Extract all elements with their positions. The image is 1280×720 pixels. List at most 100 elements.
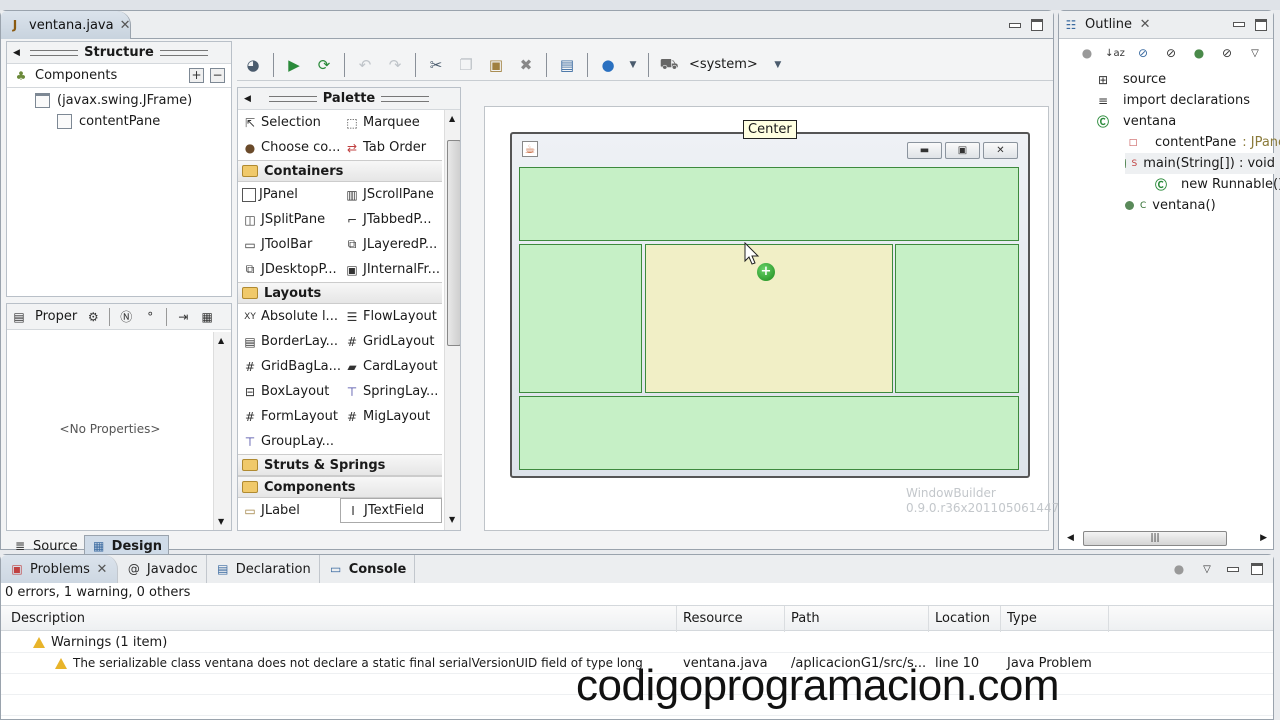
palette-item-gridlayout[interactable]: # GridLayout bbox=[340, 329, 442, 354]
border-region-north[interactable] bbox=[519, 167, 1019, 241]
palette-item-jsplitpane[interactable]: ◫ JSplitPane bbox=[238, 207, 340, 232]
focus-icon[interactable]: ● bbox=[1079, 45, 1095, 61]
scrollbar-thumb[interactable]: ||| bbox=[1083, 531, 1227, 546]
tab-order-icon[interactable]: ▤ bbox=[557, 55, 577, 75]
jframe-preview[interactable]: ☕ ▬ ▣ ✕ bbox=[510, 132, 1030, 478]
outline-item-constructor[interactable]: Cventana() bbox=[1125, 195, 1216, 216]
palette-category-components[interactable]: Components bbox=[238, 476, 442, 498]
palette-item-cardlayout[interactable]: ▰ CardLayout bbox=[340, 354, 442, 379]
scroll-up-icon[interactable]: ▲ bbox=[218, 336, 224, 345]
column-header-path[interactable]: Path bbox=[785, 606, 929, 632]
palette-category-struts-springs[interactable]: Struts & Springs bbox=[238, 454, 442, 476]
palette-item-jpanel[interactable]: JPanel bbox=[238, 182, 340, 207]
palette-item-boxlayout[interactable]: ⊟ BoxLayout bbox=[238, 379, 340, 404]
close-icon[interactable]: ✕ bbox=[120, 18, 131, 33]
cut-icon[interactable]: ✂ bbox=[426, 55, 446, 75]
close-icon[interactable]: ✕ bbox=[95, 562, 109, 577]
close-icon[interactable]: ✕ bbox=[1138, 17, 1152, 32]
sort-az-icon[interactable]: ↓az bbox=[1105, 45, 1125, 61]
properties-menu-icon[interactable]: ▦ bbox=[199, 309, 215, 325]
outline-item-ventana-class[interactable]: Ⓒventana bbox=[1095, 111, 1176, 132]
undo-icon[interactable]: ↶ bbox=[355, 55, 375, 75]
column-header-location[interactable]: Location bbox=[929, 606, 1001, 632]
hide-local-types-icon[interactable]: ⊘ bbox=[1219, 45, 1235, 61]
palette-selection[interactable]: ⇱ Selection bbox=[238, 110, 340, 135]
maximize-icon[interactable] bbox=[1031, 19, 1043, 31]
border-region-west[interactable] bbox=[519, 244, 642, 393]
palette-item-borderlayout[interactable]: ▤ BorderLay... bbox=[238, 329, 340, 354]
column-header-resource[interactable]: Resource bbox=[677, 606, 785, 632]
jframe-close-button[interactable]: ✕ bbox=[983, 142, 1018, 159]
goto-definition-icon[interactable]: ⇥ bbox=[175, 309, 191, 325]
palette-item-springlayout[interactable]: ⊤ SpringLay... bbox=[340, 379, 442, 404]
properties-scrollbar[interactable]: ▲ ▼ bbox=[213, 332, 231, 530]
redo-icon[interactable]: ↷ bbox=[385, 55, 405, 75]
tab-declaration[interactable]: ▤ Declaration bbox=[207, 555, 320, 583]
paste-icon[interactable]: ▣ bbox=[486, 55, 506, 75]
collapse-left-icon[interactable]: ◀ bbox=[244, 94, 251, 104]
scroll-left-icon[interactable]: ◀ bbox=[1067, 533, 1074, 543]
scroll-right-icon[interactable]: ▶ bbox=[1260, 533, 1267, 543]
maximize-icon[interactable] bbox=[1255, 18, 1267, 31]
show-advanced-icon[interactable]: ° bbox=[142, 309, 158, 325]
palette-item-jtabbedpane[interactable]: ⌐ JTabbedP... bbox=[340, 207, 442, 232]
border-region-east[interactable] bbox=[895, 244, 1019, 393]
palette-item-jlayeredpane[interactable]: ⧉ JLayeredP... bbox=[340, 232, 442, 257]
maximize-icon[interactable] bbox=[1251, 563, 1263, 575]
globe-icon[interactable]: ● bbox=[598, 55, 618, 75]
palette-category-layouts[interactable]: Layouts bbox=[238, 282, 442, 304]
add-to-palette-icon[interactable]: ▶ bbox=[284, 55, 304, 75]
scrollbar-thumb[interactable] bbox=[447, 140, 460, 346]
minimize-icon[interactable] bbox=[1227, 566, 1239, 572]
palette-item-jtextfield[interactable]: I JTextField bbox=[340, 498, 442, 523]
column-header-description[interactable]: Description bbox=[5, 606, 677, 632]
palette-item-absolute-layout[interactable]: XY Absolute l... bbox=[238, 304, 340, 329]
column-header-type[interactable]: Type bbox=[1001, 606, 1109, 632]
show-events-icon[interactable]: ⚙ bbox=[85, 309, 101, 325]
scroll-up-icon[interactable]: ▲ bbox=[449, 114, 455, 123]
palette-item-miglayout[interactable]: # MigLayout bbox=[340, 404, 442, 429]
outline-tab[interactable]: ☷ Outline ✕ bbox=[1059, 11, 1273, 39]
palette-item-flowlayout[interactable]: ☰ FlowLayout bbox=[340, 304, 442, 329]
outline-item-runnable[interactable]: Ⓒnew Runnable() bbox=[1153, 174, 1280, 195]
minimize-icon[interactable] bbox=[1009, 22, 1021, 28]
problems-group-row[interactable]: Warnings (1 item) bbox=[1, 632, 1273, 653]
palette-item-gridbaglayout[interactable]: # GridBagLa... bbox=[238, 354, 340, 379]
tab-javadoc[interactable]: @ Javadoc bbox=[118, 555, 207, 583]
look-and-feel-selector[interactable]: <system> bbox=[689, 57, 758, 72]
view-menu-icon[interactable]: ▽ bbox=[1199, 561, 1215, 577]
tree-item-jframe[interactable]: (javax.swing.JFrame) bbox=[7, 90, 231, 111]
collapse-left-icon[interactable]: ◀ bbox=[13, 48, 20, 58]
jframe-maximize-button[interactable]: ▣ bbox=[945, 142, 980, 159]
hide-nonpublic-icon[interactable]: ● bbox=[1191, 45, 1207, 61]
tree-item-contentpane[interactable]: contentPane bbox=[7, 111, 231, 132]
expand-all-button[interactable]: + bbox=[189, 68, 204, 83]
outline-item-main[interactable]: Smain(String[]) : void bbox=[1125, 153, 1275, 174]
refresh-icon[interactable]: ⟳ bbox=[314, 55, 334, 75]
chevron-down-icon[interactable]: ▼ bbox=[628, 55, 638, 75]
design-canvas[interactable]: ☕ ▬ ▣ ✕ bbox=[484, 106, 1049, 531]
hide-fields-icon[interactable]: ⊘ bbox=[1135, 45, 1151, 61]
palette-scrollbar[interactable]: ▲ ▼ bbox=[444, 110, 460, 530]
copy-icon[interactable]: ❐ bbox=[456, 55, 476, 75]
palette-item-jlabel[interactable]: ▭ JLabel bbox=[238, 498, 340, 523]
collapse-all-button[interactable]: − bbox=[210, 68, 225, 83]
jframe-minimize-button[interactable]: ▬ bbox=[907, 142, 942, 159]
palette-item-grouplayout[interactable]: ⊤ GroupLay... bbox=[238, 429, 340, 454]
outline-item-imports[interactable]: ≡ import declarations bbox=[1095, 90, 1250, 111]
outline-item-source[interactable]: ⊞ source bbox=[1095, 69, 1166, 90]
palette-item-jscrollpane[interactable]: ▥ JScrollPane bbox=[340, 182, 442, 207]
palette-marquee[interactable]: ⬚ Marquee bbox=[340, 110, 442, 135]
palette-item-jdesktoppane[interactable]: ⧉ JDesktopP... bbox=[238, 257, 340, 282]
test-gui-icon[interactable]: ◕ bbox=[243, 55, 263, 75]
palette-item-formlayout[interactable]: # FormLayout bbox=[238, 404, 340, 429]
border-region-south[interactable] bbox=[519, 396, 1019, 470]
chevron-down-icon[interactable]: ▼ bbox=[768, 55, 788, 75]
minimize-icon[interactable] bbox=[1233, 22, 1245, 27]
palette-choose-component[interactable]: ● Choose co... bbox=[238, 135, 340, 160]
focus-icon[interactable]: ● bbox=[1171, 561, 1187, 577]
tab-console[interactable]: ▭ Console bbox=[320, 555, 416, 583]
hide-static-icon[interactable]: ⊘ bbox=[1163, 45, 1179, 61]
view-menu-icon[interactable]: ▽ bbox=[1247, 45, 1263, 61]
tab-problems[interactable]: ▣ Problems ✕ bbox=[1, 555, 118, 583]
